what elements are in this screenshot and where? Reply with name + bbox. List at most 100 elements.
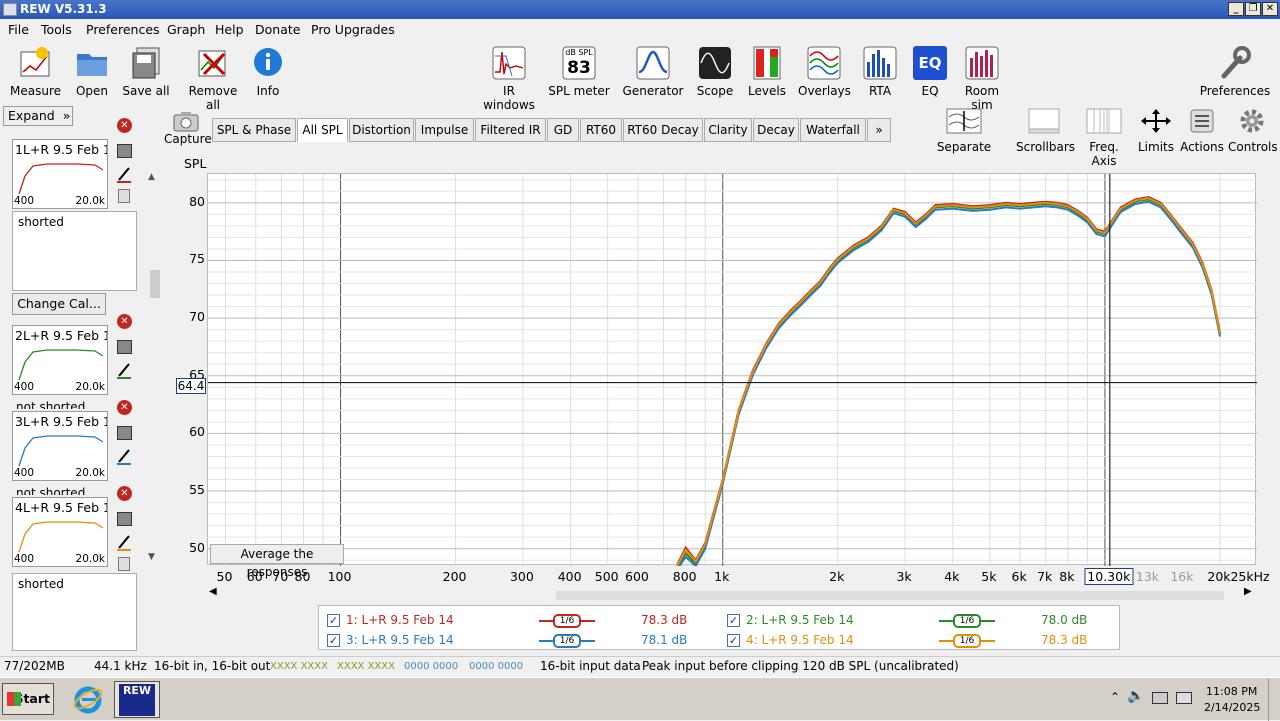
left-panel-scrollbar[interactable]: ▲ ▼ <box>148 172 162 562</box>
measure-button[interactable]: Measure <box>10 46 61 98</box>
smoothing-selector[interactable]: 1/6 <box>953 634 981 648</box>
tray-chevron-icon[interactable]: ⌃ <box>1110 690 1120 704</box>
tab-gd[interactable]: GD <box>547 118 579 142</box>
measurement-notes[interactable]: not shorted <box>16 400 85 409</box>
remove-measurement-icon[interactable]: ✕ <box>117 400 132 415</box>
menu-pro-upgrades[interactable]: Pro Upgrades <box>311 22 395 37</box>
rew-taskbar-button[interactable]: REW <box>114 681 160 718</box>
levels-button[interactable]: Levels <box>746 46 788 98</box>
start-button[interactable]: Start <box>2 683 54 715</box>
series-visibility-checkbox[interactable]: ✓ <box>727 614 740 627</box>
average-responses-button[interactable]: Average the responses <box>210 544 344 579</box>
series-visibility-checkbox[interactable]: ✓ <box>327 634 340 647</box>
scrollbars-button[interactable]: Scrollbars <box>1016 108 1075 154</box>
remove-all-label: Remove all <box>188 84 238 112</box>
menu-graph[interactable]: Graph <box>167 22 205 37</box>
remove-measurement-icon[interactable]: ✕ <box>117 486 132 501</box>
tab-waterfall[interactable]: Waterfall <box>800 118 866 142</box>
open-button[interactable]: Open <box>70 46 114 98</box>
save-measurement-icon[interactable] <box>117 512 132 526</box>
save-measurement-icon[interactable] <box>117 340 132 354</box>
hscroll-thumb[interactable] <box>556 591 1224 600</box>
save-measurement-icon[interactable] <box>117 426 132 440</box>
room-sim-button[interactable]: Room sim <box>954 46 1010 112</box>
info-button[interactable]: Info <box>250 46 286 98</box>
pen-color-icon[interactable] <box>116 534 132 552</box>
tab-rt60-decay[interactable]: RT60 Decay <box>623 118 703 142</box>
thumbnail-curve <box>18 163 104 194</box>
generator-button[interactable]: Generator <box>622 46 684 98</box>
pen-color-icon[interactable] <box>116 166 132 184</box>
notes-icon[interactable] <box>118 189 130 203</box>
tab-distortion[interactable]: Distortion <box>349 118 414 142</box>
tab-clarity[interactable]: Clarity <box>704 118 752 142</box>
remove-measurement-icon[interactable]: ✕ <box>117 314 132 329</box>
internet-explorer-icon[interactable] <box>72 683 104 715</box>
tab-spl-phase[interactable]: SPL & Phase <box>212 118 296 142</box>
rta-button[interactable]: RTA <box>862 46 898 98</box>
save-measurement-icon[interactable] <box>117 144 132 158</box>
smoothing-selector[interactable]: 1/6 <box>553 634 581 648</box>
ir-windows-button[interactable]: IR windows <box>476 46 542 112</box>
graph-horizontal-scrollbar[interactable]: ◀ ▶ <box>209 586 1252 601</box>
controls-button[interactable]: Controls <box>1228 108 1278 154</box>
measurement-thumbnail[interactable]: 2L+R 9.5 Feb 14 400 20.0k <box>12 325 108 395</box>
tabs-more-button[interactable]: » <box>867 118 891 142</box>
legend-series-label: 3: L+R 9.5 Feb 14 <box>346 633 454 647</box>
change-cal-button[interactable]: Change Cal... <box>12 293 106 315</box>
rew-app-icon: REW <box>119 684 155 716</box>
notes-icon[interactable] <box>118 557 130 571</box>
scope-button[interactable]: Scope <box>694 46 736 98</box>
volume-icon[interactable]: 🔈 <box>1127 688 1144 704</box>
measurement-notes[interactable]: shorted <box>12 211 137 291</box>
eq-button[interactable]: EQ EQ <box>912 46 948 98</box>
menu-tools[interactable]: Tools <box>41 22 72 37</box>
series-visibility-checkbox[interactable]: ✓ <box>327 614 340 627</box>
series-visibility-checkbox[interactable]: ✓ <box>727 634 740 647</box>
limits-button[interactable]: Limits <box>1136 108 1176 154</box>
x-tick-label: 1k <box>714 569 730 584</box>
measurement-thumbnail[interactable]: 1L+R 9.5 Feb 14 400 20.0k <box>12 139 108 209</box>
overlays-button[interactable]: Overlays <box>798 46 851 98</box>
menu-help[interactable]: Help <box>215 22 244 37</box>
restore-button[interactable]: ❐ <box>1245 2 1261 16</box>
network-icon[interactable] <box>1152 692 1168 704</box>
action-center-icon[interactable] <box>1176 692 1192 704</box>
freq-axis-button[interactable]: Freq. Axis <box>1076 108 1132 168</box>
smoothing-selector[interactable]: 1/6 <box>953 614 981 628</box>
tab-filtered-ir[interactable]: Filtered IR <box>475 118 546 142</box>
minimize-button[interactable]: _ <box>1228 2 1244 16</box>
x-tick-label: 2k <box>829 569 845 584</box>
scroll-thumb[interactable] <box>150 270 160 298</box>
measurement-thumbnail[interactable]: 4L+R 9.5 Feb 14 400 20.0k <box>12 497 108 567</box>
pen-color-icon[interactable] <box>116 362 132 380</box>
actions-button[interactable]: Actions <box>1180 108 1224 154</box>
measurement-notes[interactable]: shorted <box>12 573 137 651</box>
separate-button[interactable]: Separate <box>936 108 992 154</box>
capture-button[interactable]: Capture <box>164 110 212 146</box>
measurement-notes[interactable]: not shorted <box>16 486 85 495</box>
menu-preferences[interactable]: Preferences <box>86 22 160 37</box>
show-desktop-button[interactable] <box>1268 678 1280 721</box>
tab-decay[interactable]: Decay <box>753 118 799 142</box>
spl-meter-button[interactable]: dB SPL 83 SPL meter <box>548 46 610 98</box>
smoothing-selector[interactable]: 1/6 <box>553 614 581 628</box>
tab-rt60[interactable]: RT60 <box>580 118 622 142</box>
spl-graph[interactable]: Average the responses <box>207 173 1257 579</box>
save-all-button[interactable]: Save all <box>122 46 170 98</box>
tab-all-spl[interactable]: All SPL <box>297 118 348 142</box>
preferences-button[interactable]: Preferences <box>1198 46 1272 98</box>
menu-donate[interactable]: Donate <box>255 22 300 37</box>
measurement-thumbnail[interactable]: 3L+R 9.5 Feb 14 400 20.0k <box>12 411 108 481</box>
tab-impulse[interactable]: Impulse <box>415 118 474 142</box>
expand-button[interactable]: Expand » <box>3 106 73 126</box>
spl-meter-unit: dB SPL <box>565 48 593 57</box>
open-label: Open <box>75 84 109 98</box>
menu-file[interactable]: File <box>8 22 29 37</box>
pen-color-icon[interactable] <box>116 448 132 466</box>
capture-label: Capture <box>164 132 212 146</box>
remove-measurement-icon[interactable]: ✕ <box>117 118 132 133</box>
remove-all-button[interactable]: Remove all <box>180 46 246 112</box>
close-button[interactable]: ✕ <box>1262 2 1278 16</box>
legend-panel: ✓ 1: L+R 9.5 Feb 14 1/6 78.3 dB ✓ 2: L+R … <box>318 605 1120 650</box>
